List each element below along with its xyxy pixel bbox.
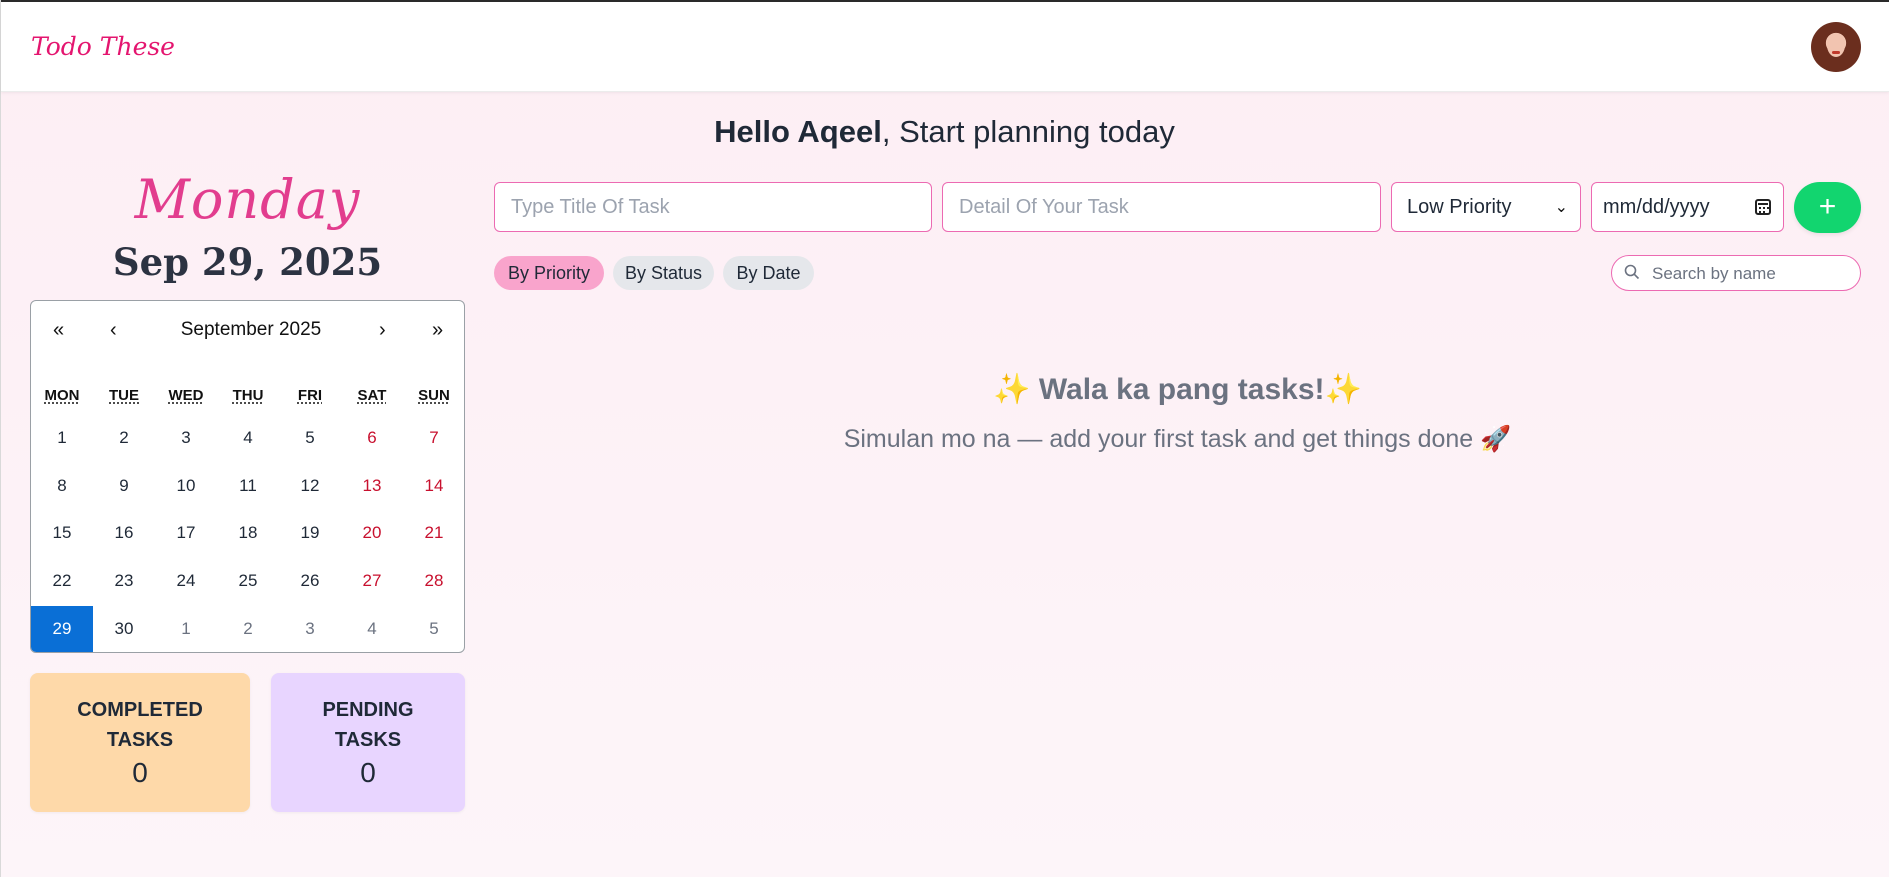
calendar-day[interactable]: 28 xyxy=(403,558,464,604)
chevron-down-icon: ⌄ xyxy=(1554,199,1568,216)
calendar-day[interactable]: 6 xyxy=(341,415,403,461)
calendar-day[interactable]: 25 xyxy=(217,558,279,604)
task-title-input[interactable] xyxy=(494,182,932,232)
calendar-day[interactable]: 8 xyxy=(31,463,93,509)
priority-select-value: Low Priority xyxy=(1407,195,1512,218)
calendar-day[interactable]: 30 xyxy=(93,606,155,652)
calendar-day[interactable]: 16 xyxy=(93,510,155,556)
calendar-day[interactable]: 3 xyxy=(155,415,217,461)
calendar-day[interactable]: 4 xyxy=(217,415,279,461)
calendar-day[interactable]: 15 xyxy=(31,510,93,556)
calendar-day[interactable]: 1 xyxy=(31,415,93,461)
calendar-day-next-month[interactable]: 4 xyxy=(341,606,403,652)
calendar-day[interactable]: 2 xyxy=(93,415,155,461)
pending-tasks-label: PENDING TASKS xyxy=(322,699,414,751)
greeting-name: Hello Aqeel xyxy=(714,114,882,149)
completed-tasks-card: COMPLETED TASKS 0 xyxy=(30,673,250,812)
avatar-lips xyxy=(1832,51,1840,54)
calendar-day[interactable]: 27 xyxy=(341,558,403,604)
empty-state-title: ✨ Wala ka pang tasks!✨ xyxy=(494,372,1861,407)
current-date: Sep 29, 2025 xyxy=(112,240,383,284)
next-month-button[interactable]: › xyxy=(379,319,386,342)
calendar-day[interactable]: 7 xyxy=(403,415,464,461)
current-weekday: Monday xyxy=(134,168,361,231)
app-header: Todo These xyxy=(1,2,1889,92)
calendar-day[interactable]: 17 xyxy=(155,510,217,556)
search-box xyxy=(1611,255,1861,291)
search-icon xyxy=(1624,264,1640,280)
calendar-day-next-month[interactable]: 2 xyxy=(217,606,279,652)
prev-year-button[interactable]: « xyxy=(53,319,64,342)
weekday-header: THU xyxy=(232,387,264,404)
empty-state-heading: Wala ka pang tasks! xyxy=(1038,373,1325,406)
weekday-header: FRI xyxy=(297,387,323,404)
empty-state-message: Simulan mo na — add your first task and … xyxy=(843,425,1474,453)
calendar-day[interactable]: 19 xyxy=(279,510,341,556)
calendar-day[interactable]: 26 xyxy=(279,558,341,604)
next-year-button[interactable]: » xyxy=(432,319,443,342)
greeting-rest: , Start planning today xyxy=(881,114,1175,149)
rocket-icon: 🚀 xyxy=(1480,425,1512,453)
filter-by-priority[interactable]: By Priority xyxy=(494,256,604,290)
calendar-day[interactable]: 24 xyxy=(155,558,217,604)
calendar-day[interactable]: 23 xyxy=(93,558,155,604)
calendar-day-next-month[interactable]: 3 xyxy=(279,606,341,652)
filter-by-date[interactable]: By Date xyxy=(723,256,814,290)
search-input[interactable] xyxy=(1650,256,1854,291)
completed-tasks-label: COMPLETED TASKS xyxy=(77,699,203,751)
task-detail-input[interactable] xyxy=(942,182,1381,232)
calendar-month-title[interactable]: September 2025 xyxy=(151,319,351,341)
greeting: Hello Aqeel, Start planning today xyxy=(0,114,1889,150)
calendar-day[interactable]: 21 xyxy=(403,510,464,556)
weekday-header: WED xyxy=(168,387,204,404)
calendar-day[interactable]: 9 xyxy=(93,463,155,509)
calendar-icon[interactable] xyxy=(1755,199,1771,215)
weekday-header: SAT xyxy=(357,387,387,404)
calendar-day[interactable]: 10 xyxy=(155,463,217,509)
weekday-header: TUE xyxy=(109,387,139,404)
calendar-day[interactable]: 22 xyxy=(31,558,93,604)
filter-by-status[interactable]: By Status xyxy=(613,256,714,290)
calendar-day[interactable]: 11 xyxy=(217,463,279,509)
pending-tasks-card: PENDING TASKS 0 xyxy=(271,673,465,812)
app-logo[interactable]: Todo These xyxy=(31,32,175,61)
sparkle-icon: ✨ xyxy=(993,373,1031,406)
priority-select[interactable]: Low Priority ⌄ xyxy=(1391,182,1581,232)
calendar-day[interactable]: 14 xyxy=(403,463,464,509)
prev-month-button[interactable]: ‹ xyxy=(110,319,117,342)
calendar-day-next-month[interactable]: 5 xyxy=(403,606,464,652)
weekday-header: MON xyxy=(44,387,80,404)
weekday-header: SUN xyxy=(418,387,450,404)
calendar: « ‹ September 2025 › » MON TUE WED THU F… xyxy=(30,300,465,653)
pending-tasks-count: 0 xyxy=(360,757,376,788)
add-task-button[interactable]: + xyxy=(1794,182,1861,233)
empty-state-subtitle: Simulan mo na — add your first task and … xyxy=(494,425,1861,454)
sparkle-icon: ✨ xyxy=(1324,373,1362,406)
completed-tasks-count: 0 xyxy=(132,757,148,788)
calendar-day[interactable]: 20 xyxy=(341,510,403,556)
calendar-day[interactable]: 5 xyxy=(279,415,341,461)
task-date-input[interactable]: mm/dd/yyyy xyxy=(1591,182,1784,232)
date-placeholder: mm/dd/yyyy xyxy=(1603,195,1710,218)
calendar-day-next-month[interactable]: 1 xyxy=(155,606,217,652)
calendar-day[interactable]: 13 xyxy=(341,463,403,509)
calendar-day[interactable]: 12 xyxy=(279,463,341,509)
calendar-day[interactable]: 18 xyxy=(217,510,279,556)
calendar-day-selected[interactable]: 29 xyxy=(31,606,93,652)
user-avatar[interactable] xyxy=(1811,22,1861,72)
